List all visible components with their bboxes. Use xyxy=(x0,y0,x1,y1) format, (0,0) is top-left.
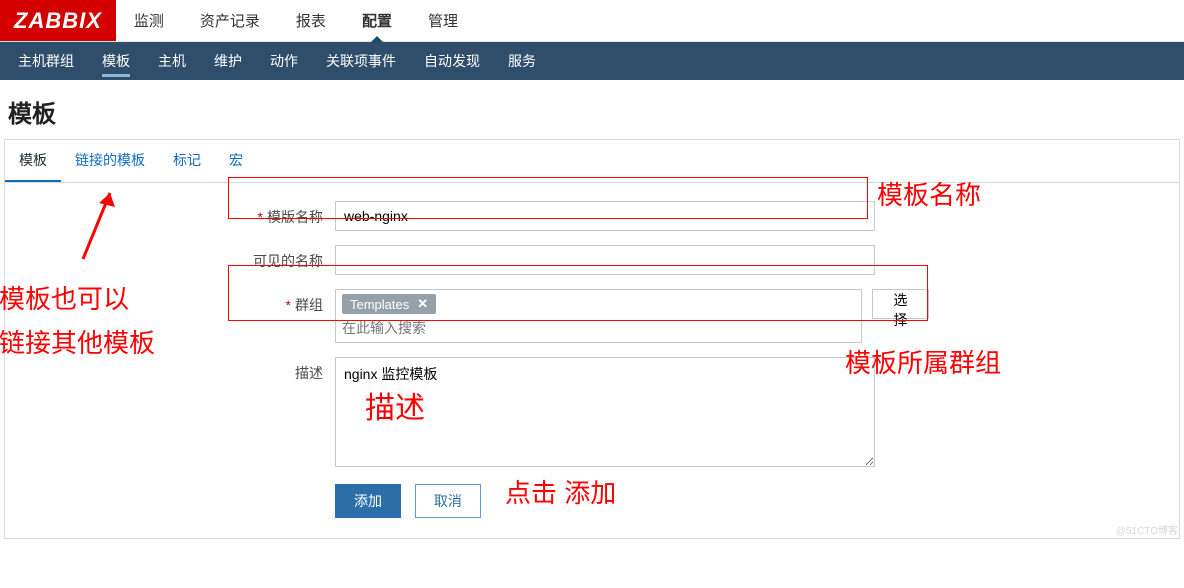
template-name-input[interactable] xyxy=(335,201,875,231)
top-bar: ZABBIX 监测 资产记录 报表 配置 管理 xyxy=(0,0,1184,42)
subnav-actions[interactable]: 动作 xyxy=(256,42,312,80)
label-groups: *群组 xyxy=(25,289,335,315)
form-tabs: 模板 链接的模板 标记 宏 xyxy=(5,140,1179,183)
subnav-templates[interactable]: 模板 xyxy=(88,42,144,80)
page-title: 模板 xyxy=(0,80,1184,139)
form-card: 模板 链接的模板 标记 宏 *模版名称 可见的名称 *群组 Templates xyxy=(4,139,1180,539)
primary-nav: 监测 资产记录 报表 配置 管理 xyxy=(116,0,476,41)
tab-tags[interactable]: 标记 xyxy=(159,140,215,182)
template-form: *模版名称 可见的名称 *群组 Templates ✕ xyxy=(5,183,1179,538)
tab-macros[interactable]: 宏 xyxy=(215,140,257,182)
nav-config[interactable]: 配置 xyxy=(344,0,410,41)
label-template-name: *模版名称 xyxy=(25,201,335,227)
label-visible-name: 可见的名称 xyxy=(25,245,335,271)
group-tag-templates[interactable]: Templates ✕ xyxy=(342,294,436,314)
secondary-nav: 主机群组 模板 主机 维护 动作 关联项事件 自动发现 服务 xyxy=(0,42,1184,80)
subnav-correlation[interactable]: 关联项事件 xyxy=(312,42,410,80)
nav-reports[interactable]: 报表 xyxy=(278,0,344,41)
nav-admin[interactable]: 管理 xyxy=(410,0,476,41)
remove-tag-icon[interactable]: ✕ xyxy=(417,296,428,312)
watermark: @51CTO博客 xyxy=(1116,522,1178,537)
tab-template[interactable]: 模板 xyxy=(5,140,61,182)
label-description: 描述 xyxy=(25,357,335,383)
subnav-maintenance[interactable]: 维护 xyxy=(200,42,256,80)
nav-monitor[interactable]: 监测 xyxy=(116,0,182,41)
add-button[interactable]: 添加 xyxy=(335,484,401,518)
subnav-discovery[interactable]: 自动发现 xyxy=(410,42,494,80)
visible-name-input[interactable] xyxy=(335,245,875,275)
cancel-button[interactable]: 取消 xyxy=(415,484,481,518)
subnav-services[interactable]: 服务 xyxy=(494,42,550,80)
zabbix-logo: ZABBIX xyxy=(0,0,116,41)
nav-inventory[interactable]: 资产记录 xyxy=(182,0,278,41)
groups-select-button[interactable]: 选择 xyxy=(872,289,929,319)
subnav-hostgroups[interactable]: 主机群组 xyxy=(4,42,88,80)
subnav-hosts[interactable]: 主机 xyxy=(144,42,200,80)
tab-linked-templates[interactable]: 链接的模板 xyxy=(61,140,159,182)
groups-multiselect[interactable]: Templates ✕ xyxy=(335,289,862,343)
groups-search-input[interactable] xyxy=(342,318,855,338)
description-textarea[interactable] xyxy=(335,357,875,467)
